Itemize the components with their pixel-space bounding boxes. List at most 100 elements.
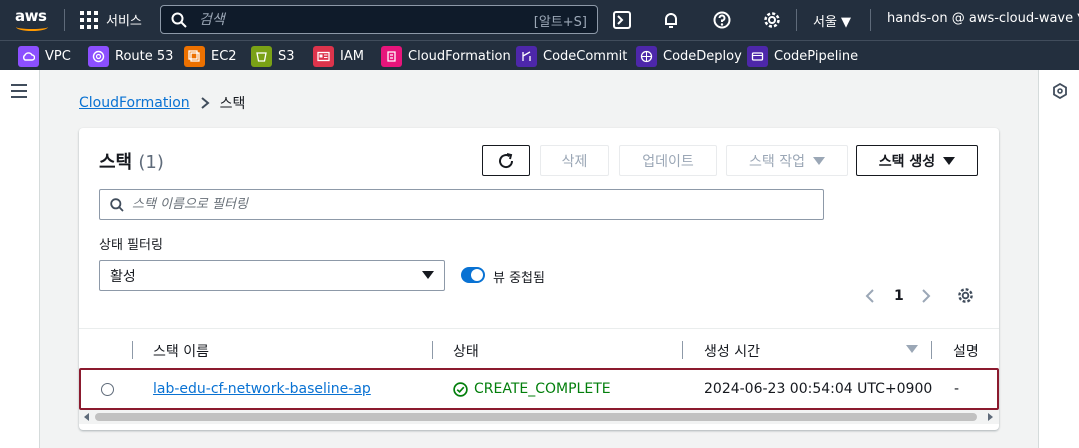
s3-bucket-icon xyxy=(251,45,272,67)
services-menu-button[interactable]: 서비스 xyxy=(80,10,142,29)
create-stack-label: 스택 생성 xyxy=(878,153,936,170)
favorite-label: CodePipeline xyxy=(774,48,859,64)
breadcrumb: CloudFormation 스택 xyxy=(79,93,245,113)
favorite-codepipeline[interactable]: CodePipeline xyxy=(747,44,858,68)
favorite-codedeploy[interactable]: CodeDeploy xyxy=(636,44,742,68)
column-header-description[interactable]: 설명 xyxy=(953,341,979,361)
region-selector[interactable]: 서울 ▼ xyxy=(813,11,851,30)
favorite-label: VPC xyxy=(45,48,71,64)
info-panel-icon[interactable] xyxy=(1052,83,1068,99)
breadcrumb-current: 스택 xyxy=(219,96,246,112)
stack-status: CREATE_COMPLETE xyxy=(453,381,611,397)
stack-description: - xyxy=(954,381,960,397)
table-header: 스택 이름 상태 생성 시간 설명 xyxy=(79,328,999,369)
state-filter-label: 상태 필터링 xyxy=(99,238,163,253)
sort-descending-icon[interactable] xyxy=(906,345,918,353)
delete-button[interactable]: 삭제 xyxy=(540,145,609,176)
right-tools-rail xyxy=(1038,70,1079,448)
codedeploy-icon xyxy=(636,45,657,67)
favorite-label: CodeCommit xyxy=(543,48,628,64)
stack-status-text: CREATE_COMPLETE xyxy=(474,381,611,397)
grid-icon xyxy=(80,10,98,29)
global-search[interactable]: [알트+S] xyxy=(160,5,598,34)
column-separator xyxy=(931,341,932,359)
favorite-label: CodeDeploy xyxy=(663,48,742,64)
stack-name-link[interactable]: lab-edu-cf-network-baseline-ap xyxy=(153,381,371,397)
iam-icon xyxy=(313,45,334,67)
stack-actions-label: 스택 작업 xyxy=(749,153,805,170)
column-separator xyxy=(682,341,683,359)
update-button[interactable]: 업데이트 xyxy=(619,145,717,176)
row-select-radio[interactable] xyxy=(101,383,114,396)
cloudshell-icon[interactable] xyxy=(612,10,632,30)
account-menu[interactable]: hands-on @ aws-cloud-wave ▼ xyxy=(887,11,1079,26)
scroll-left-arrow-icon[interactable] xyxy=(84,413,89,421)
nav-divider xyxy=(64,9,65,31)
services-label: 서비스 xyxy=(106,14,142,29)
favorite-label: CloudFormation xyxy=(408,48,511,64)
favorite-s3[interactable]: S3 xyxy=(251,44,295,68)
favorite-route53[interactable]: Route 53 xyxy=(88,44,173,68)
next-page-icon[interactable] xyxy=(921,288,931,304)
state-filter-value: 활성 xyxy=(110,268,136,285)
panel-title: 스택 (1) xyxy=(99,148,164,174)
caret-down-icon xyxy=(422,271,434,279)
search-icon xyxy=(110,197,124,212)
top-navigation: aws 서비스 [알트+S] 서울 ▼ hands-on @ aws-cloud… xyxy=(0,0,1079,40)
menu-hamburger-icon[interactable] xyxy=(11,84,27,102)
cloudformation-icon xyxy=(381,45,402,67)
stack-name-filter[interactable] xyxy=(99,189,824,220)
create-stack-button[interactable]: 스택 생성 xyxy=(856,145,978,176)
codepipeline-icon xyxy=(747,45,768,67)
column-header-stack-name[interactable]: 스택 이름 xyxy=(153,341,209,361)
stacks-panel: 스택 (1) 삭제 업데이트 스택 작업 스택 생성 상태 필터링 활성 뷰 중… xyxy=(79,128,999,430)
codecommit-icon xyxy=(516,45,537,67)
nested-view-label: 뷰 중첩됨 xyxy=(493,271,545,286)
favorite-label: S3 xyxy=(278,48,295,64)
nested-view-toggle[interactable] xyxy=(461,267,485,283)
table-preferences-gear-icon[interactable] xyxy=(957,287,974,304)
caret-down-icon xyxy=(812,156,825,165)
scrollbar-thumb[interactable] xyxy=(95,413,977,421)
search-icon xyxy=(171,12,187,28)
column-header-status[interactable]: 상태 xyxy=(453,341,479,361)
ec2-icon xyxy=(184,45,205,67)
search-input[interactable] xyxy=(199,11,519,28)
favorite-label: IAM xyxy=(340,48,364,64)
column-header-created[interactable]: 생성 시간 xyxy=(704,341,760,361)
refresh-icon xyxy=(499,152,514,168)
column-separator xyxy=(432,341,433,359)
favorite-label: EC2 xyxy=(211,48,237,64)
scroll-right-arrow-icon[interactable] xyxy=(988,413,993,421)
aws-logo[interactable]: aws xyxy=(14,7,50,33)
breadcrumb-cloudformation-link[interactable]: CloudFormation xyxy=(79,95,190,111)
notifications-bell-icon[interactable] xyxy=(661,10,681,30)
settings-gear-icon[interactable] xyxy=(762,10,782,30)
refresh-button[interactable] xyxy=(482,145,530,176)
route53-icon xyxy=(88,45,109,67)
column-separator xyxy=(132,341,133,359)
help-icon[interactable] xyxy=(712,10,732,30)
stack-actions-button[interactable]: 스택 작업 xyxy=(726,145,848,176)
previous-page-icon[interactable] xyxy=(865,288,875,304)
success-check-icon xyxy=(453,381,468,397)
favorite-iam[interactable]: IAM xyxy=(313,44,364,68)
nav-divider xyxy=(796,9,797,31)
filter-input[interactable] xyxy=(132,197,732,212)
stack-count: (1) xyxy=(138,152,164,173)
current-page-number[interactable]: 1 xyxy=(894,288,904,304)
aws-smile-icon xyxy=(16,23,48,31)
panel-title-text: 스택 xyxy=(99,152,133,173)
state-filter-select[interactable]: 활성 xyxy=(99,260,445,291)
stack-created-time: 2024-06-23 00:54:04 UTC+0900 xyxy=(704,381,933,397)
left-navigation-rail xyxy=(0,70,40,448)
favorite-ec2[interactable]: EC2 xyxy=(184,44,237,68)
favorite-codecommit[interactable]: CodeCommit xyxy=(516,44,627,68)
chevron-right-icon xyxy=(201,97,210,109)
search-shortcut-hint: [알트+S] xyxy=(533,15,587,30)
favorite-cloudformation[interactable]: CloudFormation xyxy=(381,44,511,68)
horizontal-scrollbar[interactable] xyxy=(79,410,999,424)
table-row[interactable]: lab-edu-cf-network-baseline-ap CREATE_CO… xyxy=(79,368,999,410)
vpc-icon xyxy=(18,45,39,67)
favorite-vpc[interactable]: VPC xyxy=(18,44,71,68)
